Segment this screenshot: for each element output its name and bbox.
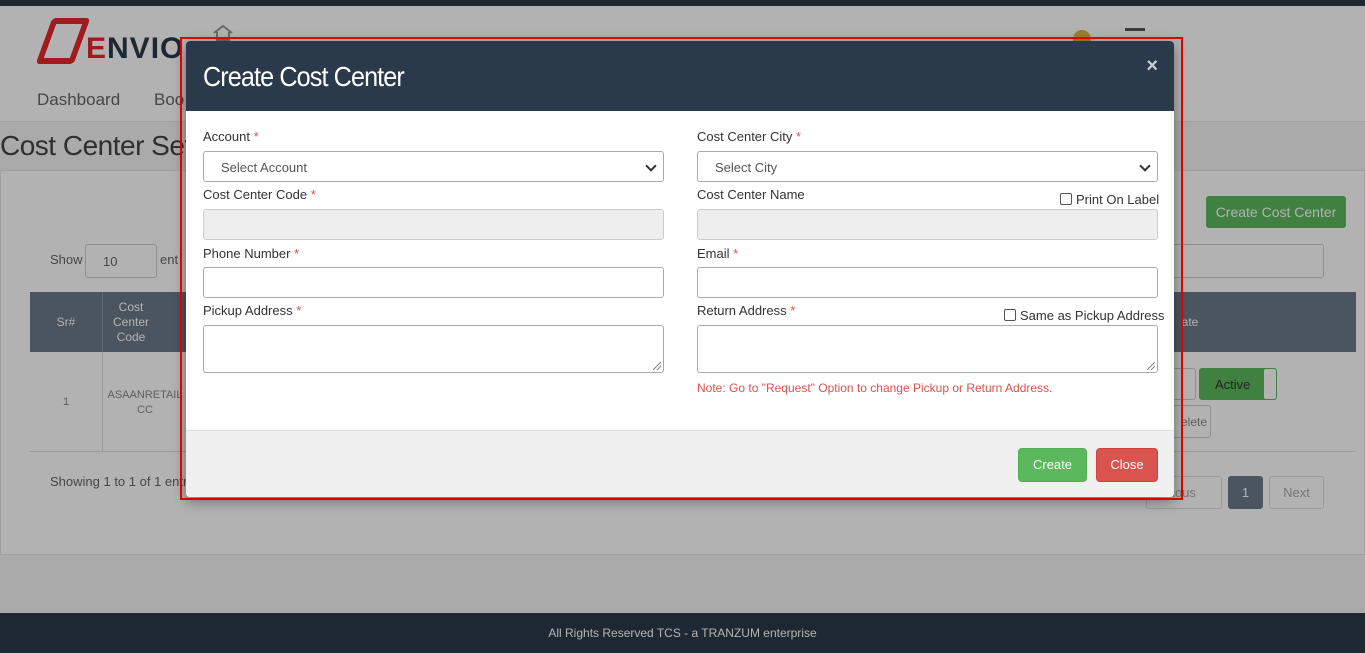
chevron-down-icon: [645, 160, 657, 172]
required-mark: *: [733, 246, 739, 261]
email-label: Email *: [697, 246, 738, 261]
code-label: Cost Center Code *: [203, 187, 316, 202]
email-input[interactable]: [697, 267, 1158, 298]
resize-handle-icon[interactable]: [1147, 362, 1155, 370]
pickup-address-textarea[interactable]: [203, 325, 664, 373]
same-as-pickup-checkbox[interactable]: Same as Pickup Address: [1004, 308, 1165, 323]
return-address-label: Return Address *: [697, 303, 795, 318]
close-icon[interactable]: ×: [1146, 55, 1158, 78]
required-mark: *: [253, 129, 259, 144]
pickup-address-label: Pickup Address *: [203, 303, 301, 318]
address-note: Note: Go to "Request" Option to change P…: [697, 381, 1053, 395]
account-select-value: Select Account: [221, 160, 307, 175]
email-label-text: Email: [697, 246, 730, 261]
city-label: Cost Center City *: [697, 129, 801, 144]
modal-title: Create Cost Center: [203, 61, 405, 92]
resize-handle-icon[interactable]: [653, 362, 661, 370]
same-as-pickup-text: Same as Pickup Address: [1020, 308, 1165, 323]
city-select[interactable]: Select City: [697, 151, 1158, 182]
modal-footer: Create Close: [186, 430, 1174, 497]
city-select-value: Select City: [715, 160, 778, 175]
checkbox-icon[interactable]: [1060, 193, 1072, 205]
required-mark: *: [796, 129, 802, 144]
pickup-label-text: Pickup Address: [203, 303, 293, 318]
cost-center-name-input: [697, 209, 1158, 240]
required-mark: *: [790, 303, 796, 318]
required-mark: *: [310, 187, 316, 202]
modal-header: Create Cost Center ×: [186, 41, 1174, 111]
cost-center-code-input: [203, 209, 664, 240]
phone-label-text: Phone Number: [203, 246, 291, 261]
code-label-text: Cost Center Code: [203, 187, 308, 202]
return-address-textarea[interactable]: [697, 325, 1158, 373]
city-label-text: Cost Center City: [697, 129, 793, 144]
account-label-text: Account: [203, 129, 250, 144]
print-on-label-checkbox[interactable]: Print On Label: [1060, 192, 1159, 207]
required-mark: *: [296, 303, 302, 318]
create-button[interactable]: Create: [1018, 448, 1087, 482]
return-label-text: Return Address: [697, 303, 787, 318]
close-button[interactable]: Close: [1096, 448, 1158, 482]
chevron-down-icon: [1139, 160, 1151, 172]
print-on-label-text: Print On Label: [1076, 192, 1160, 207]
account-select[interactable]: Select Account: [203, 151, 664, 182]
create-cost-center-modal: Create Cost Center × Account * Select Ac…: [186, 41, 1174, 497]
required-mark: *: [294, 246, 300, 261]
checkbox-icon[interactable]: [1004, 309, 1016, 321]
account-label: Account *: [203, 129, 259, 144]
phone-number-input[interactable]: [203, 267, 664, 298]
name-label: Cost Center Name: [697, 187, 805, 202]
phone-label: Phone Number *: [203, 246, 299, 261]
